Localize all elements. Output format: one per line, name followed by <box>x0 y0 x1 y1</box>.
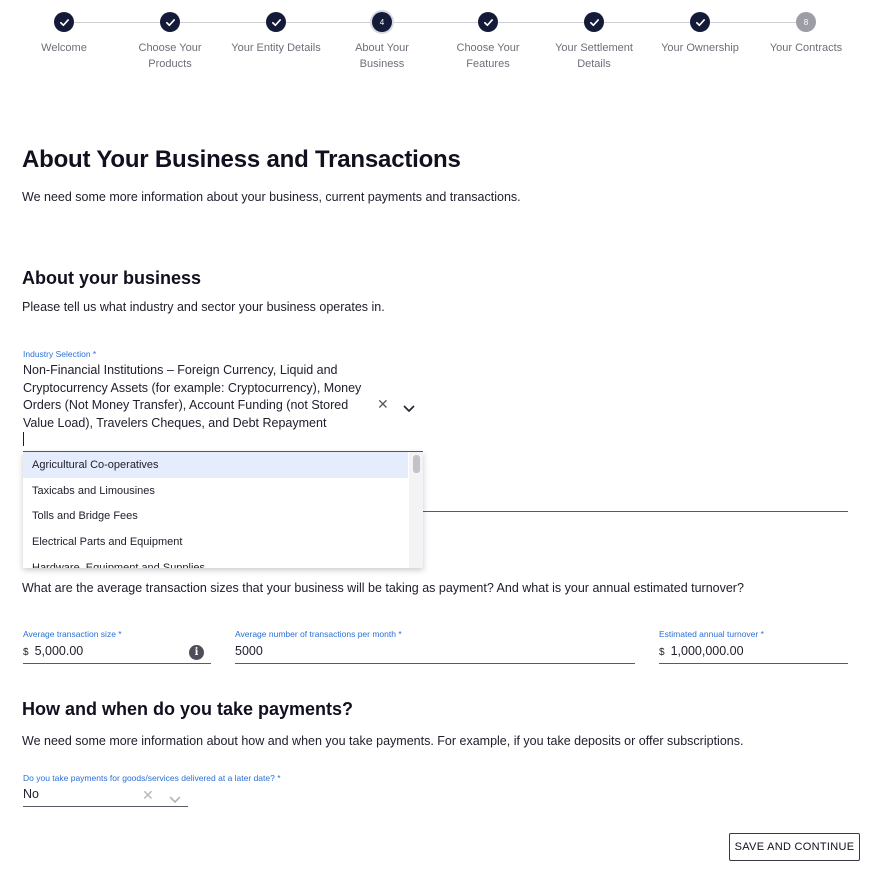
step-label: Your Ownership <box>661 42 739 54</box>
info-icon[interactable]: i <box>189 645 204 660</box>
step-choose-products[interactable]: Choose Your Products <box>115 12 225 72</box>
field-underline <box>235 663 635 664</box>
average-transaction-size-input[interactable]: $5,000.00 <box>23 644 83 658</box>
industry-options-list[interactable]: Agricultural Co-operatives Taxicabs and … <box>23 452 423 568</box>
step-label: Your Contracts <box>769 42 843 54</box>
step-label: Your Entity Details <box>231 42 321 54</box>
close-icon[interactable]: ✕ <box>377 396 389 413</box>
list-item[interactable]: Tolls and Bridge Fees <box>23 503 408 529</box>
list-item[interactable]: Hardware, Equipment and Supplies <box>23 555 408 568</box>
check-icon <box>54 12 74 32</box>
step-settlement-details[interactable]: Your Settlement Details <box>539 12 649 72</box>
chevron-down-icon[interactable] <box>403 400 415 418</box>
page-intro: We need some more information about your… <box>22 190 521 204</box>
step-label: Choose Your Features <box>456 42 520 70</box>
average-transactions-per-month-input[interactable]: 5000 <box>235 644 263 658</box>
scrollbar-thumb[interactable] <box>413 455 420 473</box>
industry-selection-value[interactable]: Non-Financial Institutions – Foreign Cur… <box>23 362 373 432</box>
estimated-annual-turnover-value: 1,000,000.00 <box>670 644 744 658</box>
list-item[interactable]: Electrical Parts and Equipment <box>23 529 408 555</box>
page-title: About Your Business and Transactions <box>22 146 461 173</box>
step-number: 4 <box>372 12 392 32</box>
progress-stepper: Welcome Choose Your Products Your Entity… <box>0 0 881 90</box>
step-label: Choose Your Products <box>138 42 202 70</box>
estimated-annual-turnover-label: Estimated annual turnover * <box>659 629 764 639</box>
currency-symbol: $ <box>659 647 665 658</box>
save-and-continue-button[interactable]: SAVE AND CONTINUE <box>729 833 860 861</box>
field-underline <box>659 663 848 664</box>
list-item[interactable]: Taxicabs and Limousines <box>23 478 408 504</box>
field-underline <box>23 806 188 807</box>
average-transaction-size-label: Average transaction size * <box>23 629 122 639</box>
estimated-annual-turnover-input[interactable]: $1,000,000.00 <box>659 644 744 658</box>
step-label: Welcome <box>41 42 87 54</box>
step-contracts[interactable]: 8 Your Contracts <box>751 12 861 56</box>
section-heading-payments: How and when do you take payments? <box>22 699 354 719</box>
industry-selection-label: Industry Selection * <box>23 349 97 359</box>
currency-symbol: $ <box>23 647 29 658</box>
section-text-transactions: What are the average transaction sizes t… <box>22 581 744 595</box>
check-icon <box>478 12 498 32</box>
step-label: About Your Business <box>355 42 409 70</box>
field-underline <box>23 663 211 664</box>
step-choose-features[interactable]: Choose Your Features <box>433 12 543 72</box>
section-text-about-business: Please tell us what industry and sector … <box>22 300 385 314</box>
step-entity-details[interactable]: Your Entity Details <box>221 12 331 56</box>
average-transaction-size-value: 5,000.00 <box>34 644 84 658</box>
section-text-payments: We need some more information about how … <box>22 734 744 748</box>
step-welcome[interactable]: Welcome <box>9 12 119 56</box>
step-about-business[interactable]: 4 About Your Business <box>327 12 437 72</box>
section-heading-about-business: About your business <box>22 268 202 288</box>
check-icon <box>690 12 710 32</box>
step-ownership[interactable]: Your Ownership <box>645 12 755 56</box>
step-number: 8 <box>796 12 816 32</box>
scrollbar[interactable] <box>409 452 423 568</box>
step-label: Your Settlement Details <box>555 42 633 70</box>
deferred-payments-select[interactable]: No <box>23 787 39 801</box>
check-icon <box>160 12 180 32</box>
text-caret <box>23 432 24 446</box>
check-icon <box>584 12 604 32</box>
close-icon[interactable]: ✕ <box>142 787 154 804</box>
list-item[interactable]: Agricultural Co-operatives <box>23 452 408 478</box>
check-icon <box>266 12 286 32</box>
deferred-payments-label: Do you take payments for goods/services … <box>23 773 281 783</box>
average-transactions-per-month-label: Average number of transactions per month… <box>235 629 402 639</box>
